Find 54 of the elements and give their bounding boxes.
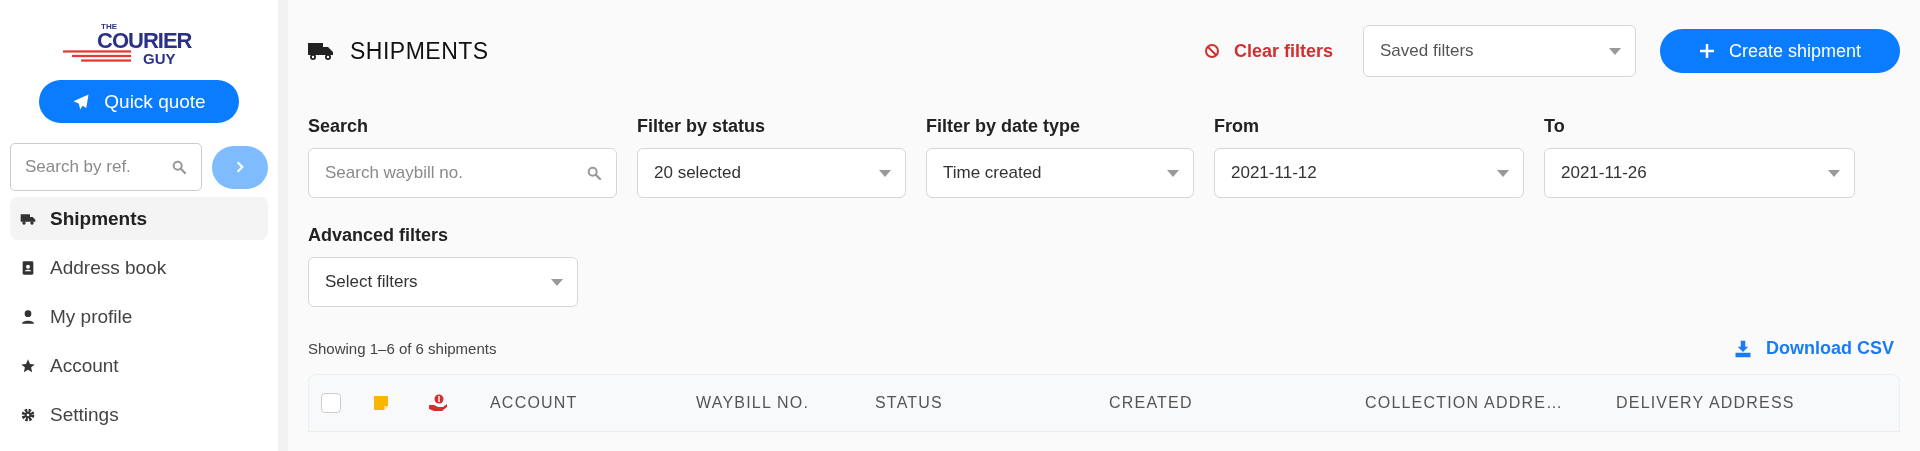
- download-icon: [1734, 339, 1752, 358]
- column-header: STATUS: [875, 394, 944, 412]
- plus-icon: [1698, 43, 1715, 59]
- logo-text: THE: [101, 22, 117, 31]
- hand-coin-icon: [428, 394, 448, 412]
- create-shipment-button[interactable]: Create shipment: [1660, 29, 1900, 73]
- dropdown[interactable]: 2021-11-12: [1214, 148, 1524, 198]
- filter-label: Filter by status: [637, 116, 767, 137]
- page-title: SHIPMENTS: [350, 37, 489, 65]
- paper-plane-icon: [72, 92, 91, 111]
- nav-item[interactable]: Settings: [10, 393, 268, 436]
- column-header: ACCOUNT: [490, 394, 579, 412]
- filter-label: Advanced filters: [308, 225, 450, 246]
- speed-lines-icon: [63, 48, 131, 64]
- download-csv-link[interactable]: Download CSV: [1728, 337, 1900, 360]
- column-header: WAYBILL NO.: [696, 394, 811, 412]
- search-icon: [171, 159, 188, 175]
- search-field[interactable]: Search waybill no.: [308, 148, 617, 198]
- search-icon: [586, 165, 602, 181]
- caret-icon: [879, 169, 891, 177]
- results-count: Showing 1–6 of 6 shipments: [308, 340, 497, 357]
- filter-label: Filter by date type: [926, 116, 1082, 137]
- dropdown[interactable]: 2021-11-26: [1544, 148, 1855, 198]
- column-header: COLLECTION ADDRE…: [1365, 394, 1565, 412]
- clear-filters-button[interactable]: Clear filters: [1197, 39, 1339, 63]
- column-header: DELIVERY ADDRESS: [1616, 394, 1796, 412]
- advanced-filters-dropdown[interactable]: Select filters: [308, 257, 578, 307]
- caret-icon: [1497, 169, 1509, 177]
- search-field[interactable]: Search by ref.: [10, 143, 203, 191]
- filter-label: From: [1214, 116, 1260, 137]
- column-header: CREATED: [1109, 394, 1194, 412]
- quick-quote-button[interactable]: Quick quote: [39, 80, 239, 123]
- dropdown[interactable]: 20 selected: [637, 148, 906, 198]
- saved-filters-dropdown[interactable]: Saved filters: [1363, 25, 1636, 77]
- caret-icon: [551, 278, 563, 286]
- nav-item[interactable]: Address book: [10, 246, 268, 289]
- star-icon: [20, 357, 36, 374]
- nav-item[interactable]: Account: [10, 344, 268, 387]
- nav-item[interactable]: Shipments: [10, 197, 268, 240]
- caret-icon: [1609, 47, 1621, 55]
- select-all-checkbox[interactable]: [321, 393, 341, 413]
- caret-icon: [1167, 169, 1179, 177]
- person-icon: [20, 308, 36, 325]
- dropdown[interactable]: Time created: [926, 148, 1194, 198]
- filter-label: Search: [308, 116, 370, 137]
- truck-icon: [308, 40, 334, 62]
- filter-label: To: [1544, 116, 1566, 137]
- go-button[interactable]: [212, 145, 268, 189]
- sticky-note-icon: [373, 395, 389, 411]
- prohibited-icon: [1203, 43, 1220, 59]
- settings-icon: [20, 406, 36, 423]
- caret-icon: [1828, 169, 1840, 177]
- nav-item[interactable]: My profile: [10, 295, 268, 338]
- contact-card-icon: [20, 259, 36, 276]
